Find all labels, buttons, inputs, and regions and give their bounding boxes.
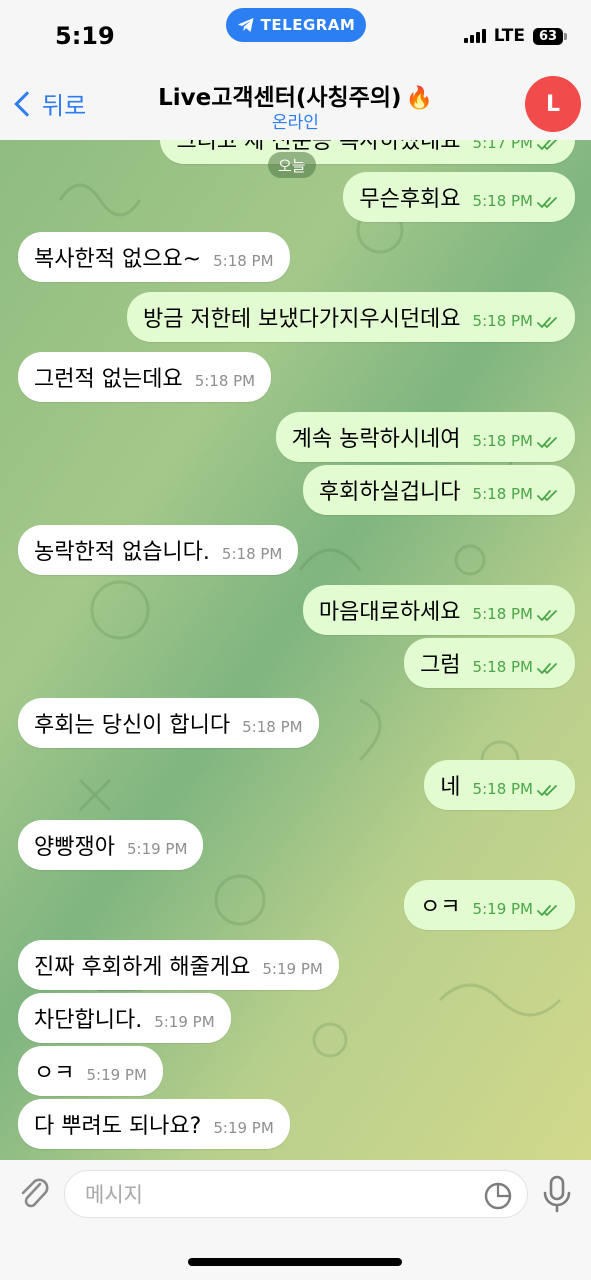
- incoming-message-bubble[interactable]: 농락한적 없습니다. 5:18 PM: [18, 525, 299, 575]
- incoming-message-bubble[interactable]: 복사한적 없으요~ 5:18 PM: [18, 232, 290, 282]
- chat-area[interactable]: 그리고 제 신분증 복사하셨네요 5:17 PM 무슨후회요 5:18 PM 복사한적 …: [0, 140, 591, 1160]
- sticker-icon[interactable]: [483, 1181, 513, 1211]
- double-check-icon: [537, 482, 559, 507]
- avatar-letter: L: [545, 91, 561, 117]
- chat-header: 뒤로 Live고객센터(사칭주의) 🔥 온라인 L: [0, 62, 591, 140]
- paperclip-icon[interactable]: [14, 1174, 54, 1214]
- chat-title[interactable]: Live고객센터(사칭주의) 🔥: [0, 78, 591, 112]
- incoming-message-bubble[interactable]: ㅇㅋ 5:19 PM: [18, 1046, 163, 1096]
- microphone-icon[interactable]: [539, 1174, 575, 1214]
- app-pill-label: TELEGRAM: [260, 16, 356, 34]
- message-input[interactable]: 메시지: [64, 1170, 528, 1218]
- message-time: 5:18 PM: [472, 658, 533, 676]
- message-time: 5:18 PM: [221, 545, 283, 563]
- message-text: 농락한적 없습니다.: [34, 540, 210, 565]
- message-text: 그런적 없는데요: [34, 367, 183, 392]
- status-icons: LTE 63: [463, 26, 567, 46]
- message-time: 5:18 PM: [472, 605, 533, 623]
- message-time: 5:18 PM: [242, 718, 303, 736]
- incoming-message-bubble[interactable]: 양빵쟁아 5:19 PM: [18, 820, 204, 870]
- message-text: 방금 저한테 보냈다가지우시던데요: [142, 307, 461, 332]
- message-text: 그리고 제 신분증 복사하셨네요: [176, 140, 461, 154]
- double-check-icon: [537, 429, 559, 454]
- outgoing-message-bubble[interactable]: 그리고 제 신분증 복사하셨네요 5:17 PM: [160, 140, 575, 164]
- message-text: 네: [440, 775, 461, 800]
- message-time: 5:19 PM: [472, 900, 533, 918]
- clock: 5:19: [55, 22, 115, 50]
- incoming-message-bubble[interactable]: 차단합니다. 5:19 PM: [18, 993, 231, 1043]
- message-text: 계속 농락하시네여: [291, 427, 461, 452]
- date-divider: 오늘: [268, 152, 316, 178]
- outgoing-message-bubble[interactable]: 후회하실겁니다 5:18 PM: [302, 465, 575, 515]
- battery-level: 63: [538, 28, 558, 44]
- outgoing-message-bubble[interactable]: 그럼 5:18 PM: [404, 638, 575, 688]
- message-text: ㅇㅋ: [420, 895, 461, 920]
- message-time: 5:18 PM: [472, 312, 533, 330]
- outgoing-message-bubble[interactable]: 방금 저한테 보냈다가지우시던데요 5:18 PM: [126, 292, 575, 342]
- message-text: 진짜 후회하게 해줄게요: [34, 955, 251, 980]
- message-time: 5:19 PM: [154, 1013, 215, 1031]
- avatar[interactable]: L: [525, 76, 581, 132]
- message-time: 5:19 PM: [262, 960, 323, 978]
- telegram-pill[interactable]: TELEGRAM: [226, 8, 366, 42]
- message-time: 5:19 PM: [86, 1066, 147, 1084]
- message-time: 5:18 PM: [472, 192, 533, 210]
- message-text: 후회는 당신이 합니다: [34, 713, 231, 738]
- double-check-icon: [537, 140, 559, 156]
- double-check-icon: [537, 655, 559, 680]
- message-text: 다 뿌려도 되나요?: [34, 1114, 202, 1139]
- double-check-icon: [537, 777, 559, 802]
- double-check-icon: [537, 602, 559, 627]
- message-time: 5:18 PM: [213, 252, 274, 270]
- message-text: 후회하실겁니다: [318, 480, 461, 505]
- message-text: 차단합니다.: [34, 1008, 143, 1033]
- message-text: ㅇㅋ: [34, 1061, 75, 1086]
- message-time: 5:19 PM: [126, 840, 188, 858]
- double-check-icon: [537, 189, 559, 214]
- message-time: 5:18 PM: [472, 432, 533, 450]
- battery-icon: 63: [533, 27, 567, 45]
- incoming-message-bubble[interactable]: 그런적 없는데요 5:18 PM: [18, 352, 272, 402]
- message-text: 그럼: [420, 653, 461, 678]
- outgoing-message-bubble[interactable]: ㅇㅋ 5:19 PM: [404, 880, 575, 930]
- message-time: 5:19 PM: [213, 1119, 274, 1137]
- double-check-icon: [537, 897, 559, 922]
- incoming-message-bubble[interactable]: 진짜 후회하게 해줄게요 5:19 PM: [18, 940, 339, 990]
- message-text: 마음대로하세요: [318, 600, 461, 625]
- message-time: 5:18 PM: [194, 372, 256, 390]
- message-text: 복사한적 없으요~: [34, 247, 202, 272]
- message-text: 양빵쟁아: [34, 835, 115, 860]
- home-indicator: [188, 1258, 402, 1266]
- incoming-message-bubble[interactable]: 후회는 당신이 합니다 5:18 PM: [18, 698, 319, 748]
- double-check-icon: [537, 309, 559, 334]
- outgoing-message-bubble[interactable]: 계속 농락하시네여 5:18 PM: [275, 412, 575, 462]
- outgoing-message-bubble[interactable]: 마음대로하세요 5:18 PM: [302, 585, 575, 635]
- incoming-message-bubble[interactable]: 다 뿌려도 되나요? 5:19 PM: [18, 1099, 290, 1149]
- online-status: 온라인: [272, 113, 319, 133]
- network-label: LTE: [493, 26, 525, 46]
- outgoing-message-bubble[interactable]: 무슨후회요 5:18 PM: [343, 172, 575, 222]
- message-placeholder: 메시지: [85, 1183, 143, 1207]
- signal-icon: [463, 29, 486, 43]
- telegram-icon: [237, 18, 254, 32]
- outgoing-message-bubble[interactable]: 네 5:18 PM: [424, 760, 575, 810]
- message-time: 5:18 PM: [472, 485, 533, 503]
- message-time: 5:18 PM: [472, 780, 533, 798]
- message-time: 5:17 PM: [472, 140, 533, 152]
- message-text: 무슨후회요: [359, 187, 461, 212]
- status-bar: 5:19 TELEGRAM LTE 63: [0, 0, 591, 62]
